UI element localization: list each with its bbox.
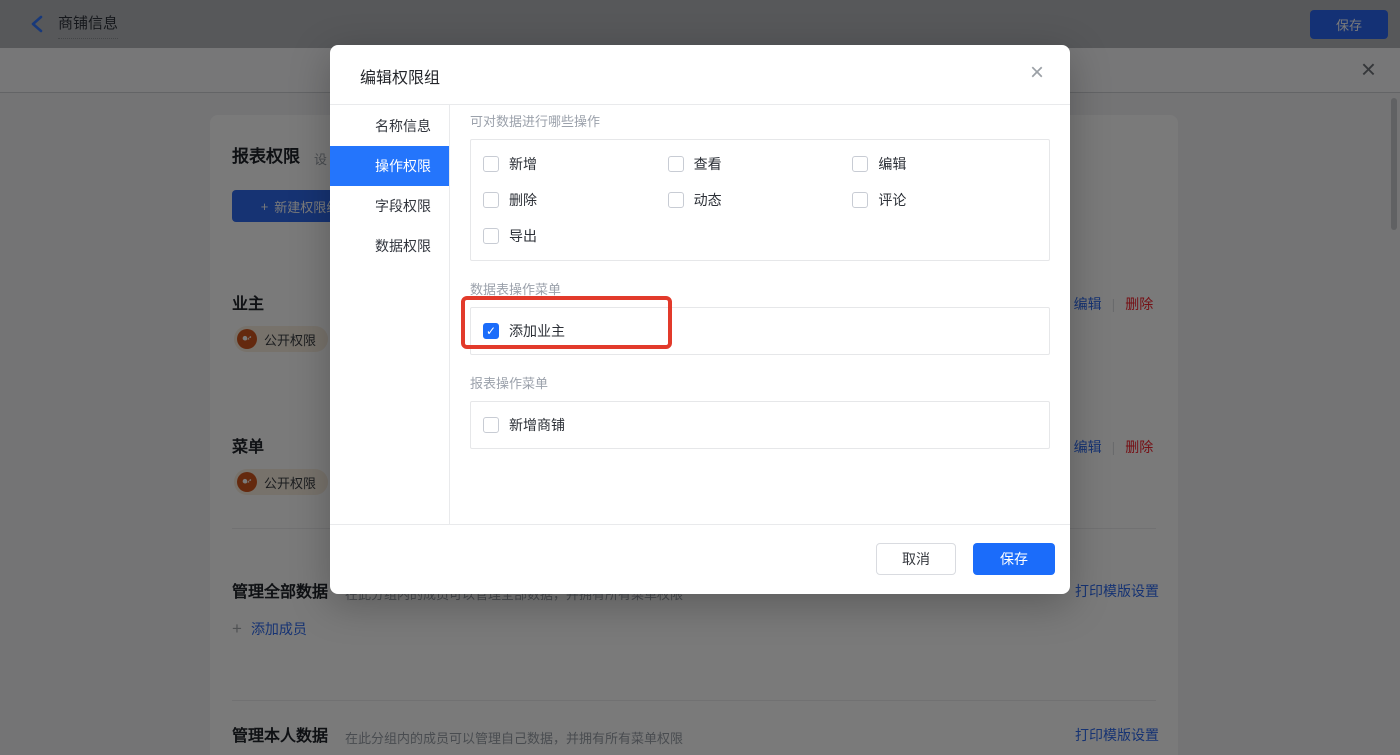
operations-checkbox-group: 新增 查看 编辑 删除 动态 评论 导出 — [470, 139, 1050, 261]
cancel-button[interactable]: 取消 — [876, 543, 956, 575]
checkbox[interactable] — [483, 323, 499, 339]
modal-tab[interactable]: 名称信息 — [330, 106, 449, 146]
modal-footer: 取消 保存 — [330, 524, 1070, 593]
report-menu-checkbox-group: 新增商铺 — [470, 401, 1050, 449]
checkbox-item[interactable]: 评论 — [852, 189, 1037, 211]
modal-tab[interactable]: 操作权限 — [330, 146, 449, 186]
checkbox-item[interactable]: 新增 — [483, 153, 668, 175]
table-menu-section-label: 数据表操作菜单 — [470, 282, 562, 297]
checkbox-item[interactable]: 查看 — [667, 153, 853, 175]
checkbox-item[interactable]: 编辑 — [852, 153, 1037, 175]
checkbox-item[interactable]: 添加业主 — [483, 320, 1037, 342]
checkbox[interactable] — [852, 192, 869, 208]
table-menu-checkbox-group: 添加业主 — [470, 307, 1050, 355]
modal-body: 名称信息 操作权限 字段权限 数据权限 可对数据进行哪些操作 新增 查看 编辑 … — [330, 105, 1070, 524]
modal-content: 可对数据进行哪些操作 新增 查看 编辑 删除 动态 评论 导出 数据表操作菜单 … — [450, 105, 1070, 524]
modal-close-icon[interactable]: × — [1030, 58, 1044, 88]
checkbox[interactable] — [852, 156, 869, 172]
modal-tab-list: 名称信息 操作权限 字段权限 数据权限 — [330, 105, 450, 524]
checkbox[interactable] — [483, 156, 499, 172]
checkbox-item[interactable]: 动态 — [667, 189, 853, 211]
modal-header: 编辑权限组 × — [330, 45, 1070, 105]
checkbox[interactable] — [483, 417, 499, 433]
save-button[interactable]: 保存 — [973, 543, 1055, 575]
checkbox[interactable] — [667, 192, 684, 208]
checkbox-item[interactable]: 导出 — [483, 225, 668, 247]
checkbox-item[interactable]: 删除 — [483, 189, 668, 211]
checkbox[interactable] — [483, 228, 499, 244]
modal-tab[interactable]: 字段权限 — [330, 186, 449, 226]
operations-section-label: 可对数据进行哪些操作 — [470, 114, 601, 129]
modal-tab[interactable]: 数据权限 — [330, 226, 449, 266]
checkbox[interactable] — [667, 156, 684, 172]
screen: 商铺信息 保存 × 报表权限 设 + 新建权限组 业主 公开权限 | 编辑 | — [0, 0, 1400, 755]
report-menu-section-label: 报表操作菜单 — [470, 376, 549, 391]
edit-permission-group-modal: 编辑权限组 × 名称信息 操作权限 字段权限 数据权限 可对数据进行哪些操作 新… — [330, 45, 1070, 594]
modal-title: 编辑权限组 — [360, 70, 441, 87]
checkbox[interactable] — [483, 192, 499, 208]
checkbox-item[interactable]: 新增商铺 — [483, 414, 1037, 436]
